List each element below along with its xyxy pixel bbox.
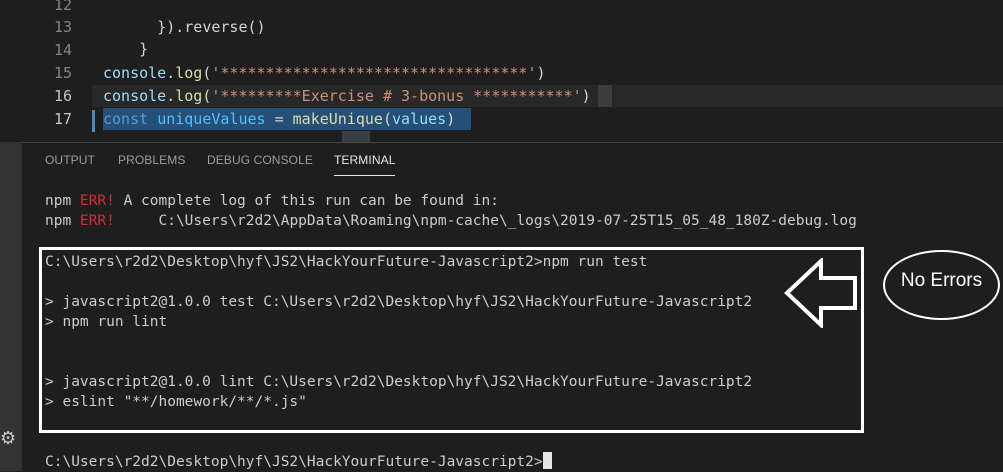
- gear-icon[interactable]: ⚙: [0, 428, 16, 449]
- line-number: 12: [53, 0, 72, 14]
- tab-debug-console[interactable]: DEBUG CONSOLE: [207, 153, 313, 167]
- selection-highlight: [598, 85, 612, 107]
- tab-problems[interactable]: PROBLEMS: [118, 153, 186, 167]
- line-number-gutter: 12 13 14 15 16 17: [22, 0, 92, 142]
- code-line-16: console.log('*********Exercise # 3-bonus…: [103, 87, 591, 105]
- line-number: 15: [53, 64, 72, 82]
- panel-tab-bar: OUTPUT PROBLEMS DEBUG CONSOLE TERMINAL: [22, 143, 1003, 179]
- code-editor[interactable]: 12 13 14 15 16 17 }).reverse() } console…: [0, 0, 1003, 142]
- terminal-line: npm ERR! C:\Users\r2d2\AppData\Roaming\n…: [45, 213, 857, 229]
- annotation-label: No Errors: [900, 270, 983, 291]
- tab-terminal[interactable]: TERMINAL: [334, 153, 396, 176]
- tab-output[interactable]: OUTPUT: [45, 153, 95, 167]
- arrow-left-icon: [784, 258, 857, 328]
- code-line-15: console.log('***************************…: [103, 64, 546, 82]
- code-line-12: }).reverse(): [139, 18, 266, 36]
- code-line-13: }: [139, 40, 149, 58]
- line-number: 16: [53, 87, 72, 105]
- line-number: 13: [53, 18, 72, 36]
- terminal-prompt[interactable]: C:\Users\r2d2\Desktop\hyf\JS2\HackYourFu…: [45, 452, 552, 472]
- modified-line-indicator: [92, 110, 95, 132]
- line-number: 14: [53, 41, 72, 59]
- terminal-line: npm ERR! A complete log of this run can …: [45, 193, 499, 209]
- terminal-cursor: [542, 452, 552, 469]
- line-number: 17: [53, 110, 72, 128]
- code-line-17: const uniqueValues = makeUnique(values): [103, 110, 456, 128]
- selection-highlight: [342, 131, 370, 142]
- annotation-highlight-box: [39, 247, 864, 433]
